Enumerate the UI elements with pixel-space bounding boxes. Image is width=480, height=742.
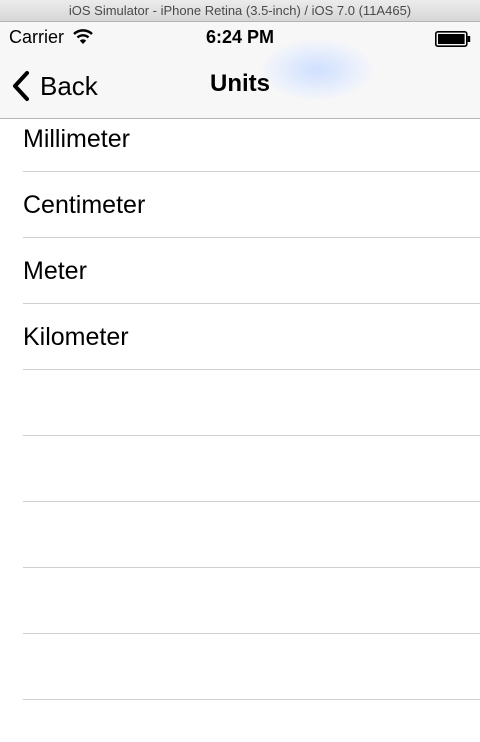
list-item-label: Centimeter bbox=[23, 191, 146, 219]
empty-list-row bbox=[23, 370, 480, 436]
units-list: Millimeter Centimeter Meter Kilometer bbox=[0, 119, 480, 700]
empty-list-row bbox=[23, 568, 480, 634]
list-item-millimeter[interactable]: Millimeter bbox=[23, 119, 480, 172]
battery-icon bbox=[435, 31, 471, 47]
simulator-window: iOS Simulator - iPhone Retina (3.5-inch)… bbox=[0, 0, 480, 742]
window-title: iOS Simulator - iPhone Retina (3.5-inch)… bbox=[0, 0, 480, 22]
empty-list-row bbox=[23, 436, 480, 502]
page-title: Units bbox=[210, 70, 270, 97]
list-item-meter[interactable]: Meter bbox=[23, 238, 480, 304]
empty-list-row bbox=[23, 634, 480, 700]
status-time: 6:24 PM bbox=[205, 27, 275, 47]
list-item-label: Meter bbox=[23, 257, 87, 285]
navigation-area: Carrier 6:24 PM Back Units bbox=[0, 22, 480, 119]
list-item-kilometer[interactable]: Kilometer bbox=[23, 304, 480, 370]
list-item-centimeter[interactable]: Centimeter bbox=[23, 172, 480, 238]
list-item-label: Kilometer bbox=[23, 323, 129, 351]
list-item-label: Millimeter bbox=[23, 125, 130, 153]
empty-list-row bbox=[23, 502, 480, 568]
status-bar: Carrier 6:24 PM bbox=[0, 22, 480, 54]
